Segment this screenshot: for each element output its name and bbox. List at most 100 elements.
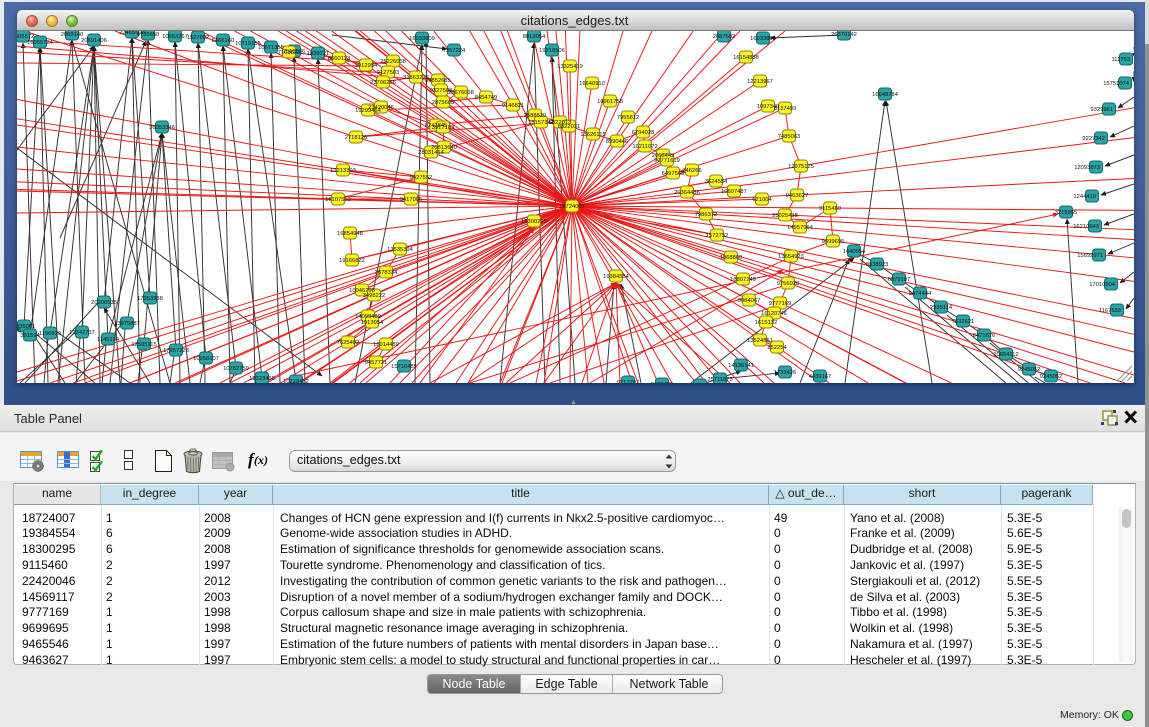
svg-text:2087682: 2087682 xyxy=(713,34,736,40)
svg-text:3624554: 3624554 xyxy=(705,179,728,185)
svg-text:7625402: 7625402 xyxy=(337,340,360,346)
svg-text:8660123: 8660123 xyxy=(328,56,351,62)
svg-text:6879197: 6879197 xyxy=(888,277,911,283)
svg-text:10958107: 10958107 xyxy=(193,356,219,362)
svg-text:9146821: 9146821 xyxy=(502,103,525,109)
svg-text:8990446: 8990446 xyxy=(606,139,629,145)
svg-text:1440954: 1440954 xyxy=(843,249,866,255)
svg-text:10719155: 10719155 xyxy=(235,41,261,47)
svg-text:1572752: 1572752 xyxy=(706,233,729,239)
svg-text:19218506: 19218506 xyxy=(539,48,565,54)
svg-text:1335061: 1335061 xyxy=(17,324,35,330)
svg-text:12975125: 12975125 xyxy=(788,164,814,170)
svg-text:9457721: 9457721 xyxy=(365,360,388,366)
svg-text:29676038: 29676038 xyxy=(448,90,474,96)
svg-text:9329961: 9329961 xyxy=(1090,107,1113,113)
svg-text:8489709: 8489709 xyxy=(651,382,674,383)
svg-text:17957223: 17957223 xyxy=(163,348,189,354)
svg-text:10782759: 10782759 xyxy=(223,366,249,372)
svg-text:4735650: 4735650 xyxy=(137,32,160,38)
svg-text:17010504: 17010504 xyxy=(1089,282,1116,288)
svg-text:25852685: 25852685 xyxy=(425,78,451,84)
svg-text:13524851: 13524851 xyxy=(747,338,773,344)
svg-text:25226058: 25226058 xyxy=(380,59,406,65)
svg-text:1244419: 1244419 xyxy=(1073,194,1096,200)
svg-text:252254: 252254 xyxy=(767,345,787,351)
svg-text:12093873: 12093873 xyxy=(1074,165,1100,171)
svg-text:10228452: 10228452 xyxy=(283,379,309,383)
svg-text:16154838: 16154838 xyxy=(733,55,759,61)
svg-text:8938923: 8938923 xyxy=(866,262,889,268)
svg-text:9227342: 9227342 xyxy=(1082,136,1105,142)
svg-text:7632621: 7632621 xyxy=(952,319,975,325)
svg-text:26370142: 26370142 xyxy=(831,32,857,38)
svg-text:111753: 111753 xyxy=(1112,57,1130,63)
svg-text:(x): (x) xyxy=(254,453,268,467)
svg-text:18724007: 18724007 xyxy=(559,204,585,210)
svg-text:16120746: 16120746 xyxy=(761,311,787,317)
svg-text:13325419: 13325419 xyxy=(557,64,583,70)
svg-text:13535394: 13535394 xyxy=(387,247,414,253)
svg-text:2875605: 2875605 xyxy=(432,100,455,106)
svg-text:9115460: 9115460 xyxy=(819,206,841,212)
svg-text:3878334: 3878334 xyxy=(375,270,398,276)
svg-text:3917183: 3917183 xyxy=(432,125,455,131)
svg-text:19166822: 19166822 xyxy=(339,258,365,264)
svg-text:9777169: 9777169 xyxy=(769,301,792,307)
svg-text:10653267: 10653267 xyxy=(162,34,188,40)
svg-text:97771619: 97771619 xyxy=(654,158,680,164)
svg-text:15716485: 15716485 xyxy=(391,364,417,370)
svg-text:391594: 391594 xyxy=(20,333,40,339)
svg-text:16640910: 16640910 xyxy=(579,81,605,87)
svg-text:20691406: 20691406 xyxy=(81,38,107,44)
svg-text:1615132: 1615132 xyxy=(755,320,778,326)
svg-text:9756928: 9756928 xyxy=(777,281,800,287)
svg-text:16211072: 16211072 xyxy=(632,144,657,150)
svg-text:16107552: 16107552 xyxy=(325,197,351,203)
svg-text:1145194: 1145194 xyxy=(97,337,120,343)
svg-text:25711873: 25711873 xyxy=(707,377,732,383)
svg-text:16055724: 16055724 xyxy=(27,40,54,46)
svg-text:18807249: 18807249 xyxy=(730,277,756,283)
svg-text:16914489: 16914489 xyxy=(373,342,399,348)
svg-text:14957964: 14957964 xyxy=(787,225,814,231)
svg-text:2588520: 2588520 xyxy=(524,113,547,119)
svg-text:746266: 746266 xyxy=(682,168,701,174)
svg-text:9699695: 9699695 xyxy=(822,239,845,245)
svg-text:621004: 621004 xyxy=(752,197,772,203)
svg-text:15157347: 15157347 xyxy=(528,120,554,126)
svg-text:4439167: 4439167 xyxy=(809,374,832,380)
svg-text:6466160: 6466160 xyxy=(212,38,235,44)
svg-text:7955812: 7955812 xyxy=(617,115,640,121)
svg-text:10607487: 10607487 xyxy=(721,189,747,195)
svg-text:9245052: 9245052 xyxy=(1018,367,1041,373)
svg-text:19384554: 19384554 xyxy=(603,274,630,280)
svg-text:9217207: 9217207 xyxy=(617,380,640,383)
svg-text:1913954: 1913954 xyxy=(361,320,384,326)
svg-text:1068860: 1068860 xyxy=(720,255,743,261)
svg-text:15751074: 15751074 xyxy=(1103,81,1130,87)
svg-text:7357224: 7357224 xyxy=(443,48,466,54)
svg-text:14136141: 14136141 xyxy=(728,363,754,369)
svg-text:12505115: 12505115 xyxy=(131,342,156,348)
svg-text:18300295: 18300295 xyxy=(521,219,547,225)
svg-text:25025438: 25025438 xyxy=(772,213,798,219)
svg-text:15692971: 15692971 xyxy=(1077,253,1103,259)
svg-text:16033809: 16033809 xyxy=(750,36,776,42)
svg-text:8454749: 8454749 xyxy=(475,95,498,101)
svg-text:8471676: 8471676 xyxy=(973,333,996,339)
svg-text:8822031: 8822031 xyxy=(558,124,581,130)
svg-text:17353938: 17353938 xyxy=(137,296,163,302)
svg-text:16961758: 16961758 xyxy=(597,99,623,105)
svg-text:12323468: 12323468 xyxy=(249,376,275,382)
svg-text:16854948: 16854948 xyxy=(337,231,363,237)
svg-text:26053346: 26053346 xyxy=(149,125,175,131)
svg-text:2718126: 2718126 xyxy=(345,135,368,141)
svg-text:23420046: 23420046 xyxy=(368,105,394,111)
svg-text:3498222: 3498222 xyxy=(363,293,386,299)
svg-text:16648784: 16648784 xyxy=(872,92,899,98)
svg-text:3912954: 3912954 xyxy=(355,63,378,69)
svg-text:9417006: 9417006 xyxy=(400,197,423,203)
svg-text:9474444: 9474444 xyxy=(909,291,932,297)
svg-text:13626115: 13626115 xyxy=(580,132,605,138)
